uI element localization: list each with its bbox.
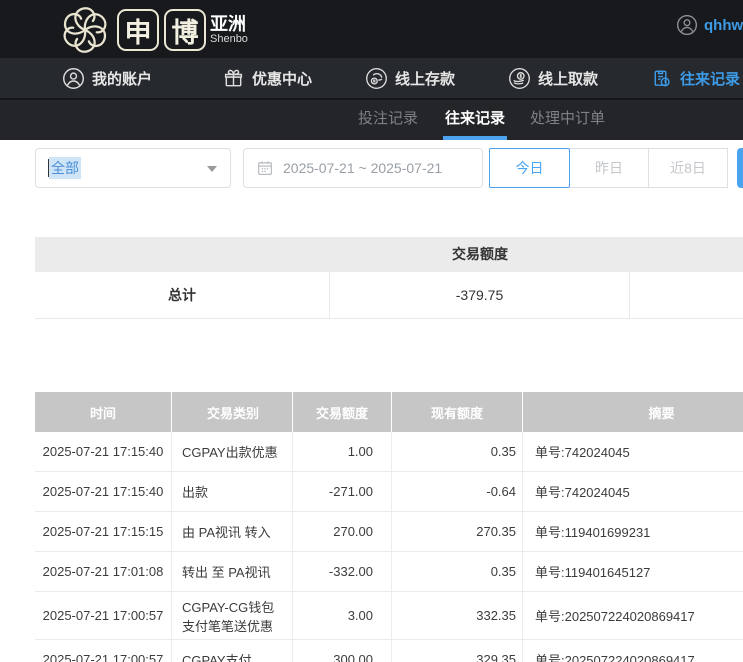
nav-label: 往来记录 — [680, 68, 740, 89]
cell-amount: 3.00 — [293, 592, 392, 639]
brand-logo[interactable]: 申 博 亚洲 Shenbo — [58, 3, 248, 57]
cell-type: 转出 至 PA视讯 — [172, 552, 293, 591]
summary-total-value: -379.75 — [330, 272, 630, 318]
user-account[interactable]: qhhw — [676, 14, 743, 36]
table-row: 2025-07-21 17:15:40 CGPAY出款优惠 1.00 0.35 … — [35, 432, 743, 472]
cell-balance: 270.35 — [392, 512, 523, 551]
summary-total-row: 总计 -379.75 — [35, 272, 743, 319]
logo-char-bo: 博 — [164, 9, 206, 51]
nav-label: 线上存款 — [395, 68, 455, 89]
tab-transaction-records[interactable]: 往来记录 — [443, 100, 507, 140]
nav-label: 我的账户 — [92, 68, 152, 89]
cell-memo: 单号:202507224020869417 — [523, 640, 743, 662]
flower-logo-icon — [58, 3, 112, 57]
cell-amount: 300.00 — [293, 640, 392, 662]
nav-item-withdraw[interactable]: 线上取款 — [508, 58, 598, 98]
main-navigation: 我的账户 优惠中心 线上存款 线上取款 — [0, 58, 743, 100]
calendar-icon — [256, 159, 274, 177]
column-header-time: 时间 — [35, 392, 172, 432]
table-header-row: 时间 交易类别 交易额度 现有额度 摘要 — [35, 392, 743, 432]
records-tab-bar: 投注记录 往来记录 处理中订单 — [0, 100, 743, 140]
date-range-input[interactable]: 2025-07-21 ~ 2025-07-21 — [243, 148, 483, 188]
cell-balance: 329.35 — [392, 640, 523, 662]
cell-amount: -332.00 — [293, 552, 392, 591]
search-button[interactable] — [737, 148, 743, 188]
deposit-icon — [365, 67, 388, 90]
nav-item-records[interactable]: 往来记录 — [650, 58, 740, 98]
gift-icon — [222, 67, 245, 90]
cell-amount: 1.00 — [293, 432, 392, 471]
column-header-type: 交易类别 — [172, 392, 293, 432]
summary-header-row: 交易额度 — [35, 237, 743, 272]
user-avatar-icon — [676, 14, 698, 36]
cell-balance: -0.64 — [392, 472, 523, 511]
withdraw-icon — [508, 67, 531, 90]
summary-total-label: 总计 — [35, 272, 330, 318]
logo-subtitle: Shenbo — [210, 34, 248, 46]
summary-empty-cell — [630, 272, 743, 318]
cell-time: 2025-07-21 17:01:08 — [35, 552, 172, 591]
select-value: 全部 — [49, 157, 81, 179]
tab-betting-records[interactable]: 投注记录 — [356, 100, 420, 140]
date-range-value: 2025-07-21 ~ 2025-07-21 — [283, 160, 442, 176]
records-icon — [650, 67, 673, 90]
tab-processing-orders[interactable]: 处理中订单 — [528, 100, 607, 140]
cell-time: 2025-07-21 17:15:40 — [35, 432, 172, 471]
table-row: 2025-07-21 17:15:40 出款 -271.00 -0.64 单号:… — [35, 472, 743, 512]
cell-type: 出款 — [172, 472, 293, 511]
account-icon — [62, 67, 85, 90]
cell-memo: 单号:742024045 — [523, 472, 743, 511]
logo-region-text: 亚洲 — [210, 15, 248, 34]
quick-date-buttons: 今日 昨日 近8日 — [489, 148, 728, 188]
top-bar: 申 博 亚洲 Shenbo qhhw — [0, 0, 743, 58]
column-header-amount: 交易额度 — [293, 392, 392, 432]
summary-header-label: 交易额度 — [330, 237, 630, 272]
cell-memo: 单号:119401645127 — [523, 552, 743, 591]
cell-time: 2025-07-21 17:15:15 — [35, 512, 172, 551]
cell-time: 2025-07-21 17:15:40 — [35, 472, 172, 511]
cell-type: 由 PA视讯 转入 — [172, 512, 293, 551]
table-row: 2025-07-21 17:15:15 由 PA视讯 转入 270.00 270… — [35, 512, 743, 552]
last-8-days-button[interactable]: 近8日 — [649, 148, 728, 188]
nav-item-promotions[interactable]: 优惠中心 — [222, 58, 312, 98]
table-row: 2025-07-21 17:00:57 CGPAY-CG钱包支付笔笔送优惠 3.… — [35, 592, 743, 640]
cell-memo: 单号:202507224020869417 — [523, 592, 743, 639]
cell-amount: 270.00 — [293, 512, 392, 551]
yesterday-button[interactable]: 昨日 — [570, 148, 649, 188]
column-header-balance: 现有额度 — [392, 392, 523, 432]
table-row: 2025-07-21 17:00:57 CGPAY支付 300.00 329.3… — [35, 640, 743, 662]
cell-type: CGPAY-CG钱包支付笔笔送优惠 — [172, 592, 293, 639]
cell-type: CGPAY出款优惠 — [172, 432, 293, 471]
cell-time: 2025-07-21 17:00:57 — [35, 592, 172, 639]
cell-type: CGPAY支付 — [172, 640, 293, 662]
nav-item-deposit[interactable]: 线上存款 — [365, 58, 455, 98]
nav-item-my-account[interactable]: 我的账户 — [62, 58, 152, 98]
username-text: qhhw — [704, 17, 743, 34]
cell-balance: 0.35 — [392, 552, 523, 591]
summary-table: 交易额度 总计 -379.75 — [35, 237, 743, 319]
cell-balance: 332.35 — [392, 592, 523, 639]
cell-balance: 0.35 — [392, 432, 523, 471]
today-button[interactable]: 今日 — [489, 148, 570, 188]
records-table: 时间 交易类别 交易额度 现有额度 摘要 2025-07-21 17:15:40… — [35, 392, 743, 662]
table-row: 2025-07-21 17:01:08 转出 至 PA视讯 -332.00 0.… — [35, 552, 743, 592]
logo-char-shen: 申 — [117, 9, 159, 51]
cell-amount: -271.00 — [293, 472, 392, 511]
cell-memo: 单号:119401699231 — [523, 512, 743, 551]
chevron-down-icon — [207, 166, 217, 172]
nav-label: 线上取款 — [538, 68, 598, 89]
transaction-type-select[interactable]: 全部 — [35, 148, 231, 188]
cell-time: 2025-07-21 17:00:57 — [35, 640, 172, 662]
nav-label: 优惠中心 — [252, 68, 312, 89]
column-header-memo: 摘要 — [523, 392, 743, 432]
cell-memo: 单号:742024045 — [523, 432, 743, 471]
filter-bar: 全部 2025-07-21 ~ 2025-07-21 今日 昨日 近8日 — [0, 140, 743, 192]
